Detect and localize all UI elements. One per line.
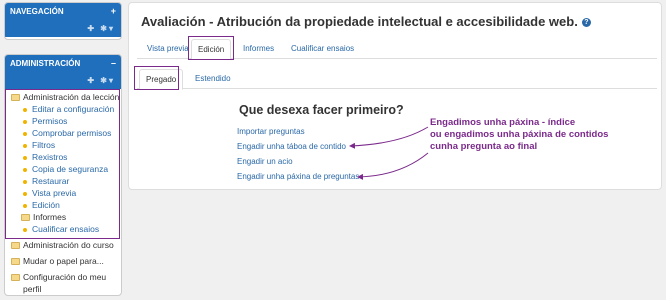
edit-tab-highlight-box: [188, 36, 234, 60]
add-cluster-link[interactable]: Engadir un acio: [237, 157, 293, 166]
tree-item-switch-role[interactable]: Mudar o papel para...: [11, 255, 104, 267]
collapsed-tab-highlight-box: [134, 66, 179, 90]
annotation-line-2: ou engadimos unha páxina de contidos: [430, 129, 609, 140]
navigation-block-header: NAVEGACIÓN + ✚ ✱▾: [5, 3, 121, 37]
tree-item-course-admin[interactable]: Administración do curso: [11, 239, 114, 251]
tab-grade-essays[interactable]: Cualificar ensaios: [285, 39, 360, 59]
annotation-line-3: cunha pregunta ao final: [430, 141, 538, 152]
help-icon[interactable]: ?: [581, 18, 591, 28]
administration-block-header: ADMINISTRACIÓN – ✚ ✱▾: [5, 55, 121, 89]
tree-item-profile-settings-line2[interactable]: perfil: [23, 283, 41, 295]
navigation-dock-button[interactable]: +: [111, 6, 116, 16]
folder-icon: [11, 258, 20, 266]
secondary-tabs: Pregado Estendido: [137, 69, 657, 90]
add-table-of-contents-link[interactable]: Engadir unha táboa de contido: [237, 142, 346, 151]
tab-reports[interactable]: Informes: [237, 39, 280, 59]
annotation-line-1: Engadimos unha páxina - índice: [430, 117, 576, 128]
subtab-expanded[interactable]: Estendido: [189, 69, 237, 89]
tree-item-profile-settings[interactable]: Configuración do meu: [11, 271, 106, 283]
navigation-move-gear-icons[interactable]: ✚ ✱▾: [87, 24, 115, 33]
administration-collapse-button[interactable]: –: [111, 58, 116, 68]
administration-block-title: ADMINISTRACIÓN: [10, 59, 81, 68]
import-questions-link[interactable]: Importar preguntas: [237, 127, 305, 136]
tab-preview[interactable]: Vista previa: [141, 39, 195, 59]
administration-move-gear-icons[interactable]: ✚ ✱▾: [87, 76, 115, 85]
main-panel: Avaliación - Atribución da propiedade in…: [128, 2, 662, 190]
folder-icon: [11, 274, 20, 282]
navigation-block: NAVEGACIÓN + ✚ ✱▾: [4, 2, 122, 40]
section-heading: Que desexa facer primeiro?: [239, 103, 404, 117]
navigation-block-title: NAVEGACIÓN: [10, 7, 64, 16]
page-title: Avaliación - Atribución da propiedade in…: [141, 14, 591, 29]
add-question-page-link[interactable]: Engadir unha páxina de preguntas: [237, 172, 359, 181]
lesson-admin-highlight-box: [5, 89, 120, 239]
folder-icon: [11, 242, 20, 250]
